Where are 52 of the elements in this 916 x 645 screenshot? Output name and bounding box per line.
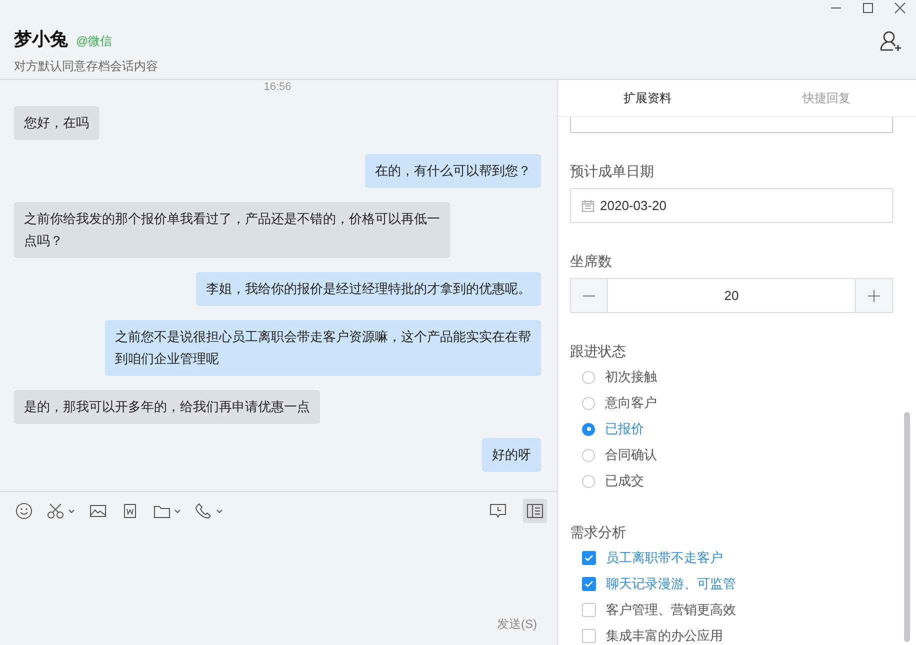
scrollbar[interactable] <box>904 412 910 642</box>
radio-button[interactable] <box>582 422 595 436</box>
date-field[interactable]: 2020-03-20 <box>570 188 893 223</box>
message-bubble: 李姐，我给你的报价是经过经理特批的才拿到的优惠呢。 <box>196 272 541 306</box>
field-label: 预计成单日期 <box>570 162 655 180</box>
message-bubble: 在的，有什么可以帮到您？ <box>365 154 541 188</box>
field-label: 需求分析 <box>570 523 627 541</box>
radio-button[interactable] <box>582 370 595 384</box>
date-value: 2020-03-20 <box>600 198 666 213</box>
calendar-icon <box>582 200 594 212</box>
add-user-icon[interactable] <box>880 30 902 52</box>
contact-name: 梦小兔 <box>14 28 68 51</box>
scissors-icon[interactable] <box>47 502 75 520</box>
need-option-label: 客户管理、营销更高效 <box>606 601 736 619</box>
plus-icon <box>867 288 881 302</box>
checkbox[interactable] <box>582 551 596 565</box>
checkbox[interactable] <box>582 577 596 591</box>
message-bubble: 之前您不是说很担心员工离职会带走客户资源嘛，这个产品能实实在在帮到咱们企业管理呢 <box>105 320 541 376</box>
need-option-label: 聊天记录漫游、可监管 <box>606 575 736 593</box>
image-icon[interactable] <box>89 502 107 520</box>
minus-icon <box>583 294 595 296</box>
need-option-label: 员工离职带不走客户 <box>606 549 723 567</box>
archive-notice: 对方默认同意存档会话内容 <box>14 58 158 75</box>
word-document-icon[interactable] <box>121 502 139 520</box>
sidebar-toggle-button[interactable] <box>523 499 547 523</box>
checkbox[interactable] <box>582 603 596 617</box>
field-label: 坐席数 <box>570 252 613 270</box>
status-option-label: 已报价 <box>605 420 644 438</box>
sidebar-icon <box>526 502 544 520</box>
message-bubble: 好的呀 <box>482 438 541 472</box>
checkbox[interactable] <box>582 629 596 643</box>
radio-button[interactable] <box>582 396 595 410</box>
message-bubble: 之前你给我发的那个报价单我看过了，产品还是不错的，价格可以再低一点吗？ <box>14 202 450 258</box>
smiley-icon[interactable] <box>15 502 33 520</box>
radio-button[interactable] <box>582 448 595 462</box>
message-bubble: 您好，在吗 <box>14 106 99 140</box>
check-icon <box>585 555 593 561</box>
status-option-label: 意向客户 <box>605 394 657 412</box>
panel-tab[interactable]: 扩展资料 <box>558 80 737 116</box>
status-option-label: 已成交 <box>605 472 644 490</box>
status-option-label: 初次接触 <box>605 368 657 386</box>
contact-source: @微信 <box>76 33 112 50</box>
message-bubble: 是的，那我可以开多年的，给我们再申请优惠一点 <box>14 390 320 424</box>
radio-button[interactable] <box>582 474 595 488</box>
chat-history-icon[interactable] <box>489 502 507 520</box>
message-time: 16:56 <box>264 81 292 93</box>
check-icon <box>585 581 593 587</box>
status-option-label: 合同确认 <box>605 446 657 464</box>
text-field[interactable] <box>570 117 893 133</box>
phone-icon[interactable] <box>195 502 223 520</box>
need-option-label: 集成丰富的办公应用 <box>606 627 723 645</box>
field-label: 跟进状态 <box>570 342 627 360</box>
